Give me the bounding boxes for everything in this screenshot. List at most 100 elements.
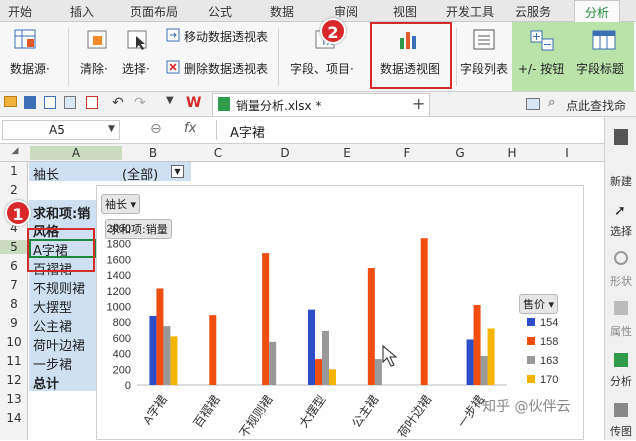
tab-home[interactable]: 开始 xyxy=(8,3,32,20)
row-label[interactable]: 大摆型 xyxy=(33,297,72,316)
panel-select-button[interactable]: 选择 xyxy=(605,223,636,239)
bar-154 xyxy=(466,339,474,385)
select-all-icon[interactable]: ◢ xyxy=(2,146,28,156)
tab-page-layout[interactable]: 页面布局 xyxy=(130,3,178,20)
column-header-g[interactable]: G xyxy=(438,146,482,160)
print-icon[interactable] xyxy=(64,96,76,109)
column-header-c[interactable]: C xyxy=(184,146,252,160)
add-tab-icon[interactable]: + xyxy=(412,94,425,113)
formula-input[interactable]: A字裙 xyxy=(230,122,265,141)
field-item-button[interactable]: 字段、项目· xyxy=(290,60,354,77)
tab-cloud[interactable]: 云服务 xyxy=(515,3,551,20)
panel-analyze-button[interactable]: 分析 xyxy=(605,373,636,389)
zoom-icon[interactable]: ⊖ xyxy=(150,121,162,137)
panel-upload-button[interactable]: 传图 xyxy=(605,423,636,439)
row-label[interactable]: 荷叶边裙 xyxy=(33,335,85,354)
panel-shape-button[interactable]: 形状 xyxy=(605,273,636,289)
x-tick-label: 荷叶边裙 xyxy=(395,393,434,440)
row-header[interactable]: 13 xyxy=(0,392,28,406)
field-title-button[interactable]: 字段标题 xyxy=(576,60,624,77)
row-header[interactable]: 11 xyxy=(0,354,28,368)
toolbar-grid-icon[interactable] xyxy=(526,98,540,110)
formula-bar: A5 ▼ ⊖ fx A字裙 xyxy=(0,117,636,144)
undo-icon[interactable]: ↶ xyxy=(112,95,124,111)
row-header[interactable]: 5 xyxy=(0,240,28,254)
grand-total-label[interactable]: 总计 xyxy=(33,373,59,392)
values-field-header[interactable]: 求和项:销 xyxy=(33,203,90,222)
plus-minus-button[interactable]: +/- 按钮 xyxy=(518,60,564,77)
clear-button[interactable]: 清除· xyxy=(80,60,108,77)
y-tick-label: 800 xyxy=(113,317,131,329)
pivot-chart-highlight xyxy=(370,22,452,89)
mouse-cursor-icon xyxy=(382,344,398,367)
bar-158 xyxy=(315,359,322,385)
tab-review[interactable]: 审阅 xyxy=(334,3,358,20)
save-icon[interactable] xyxy=(24,96,36,109)
select-button[interactable]: 选择· xyxy=(122,60,150,77)
column-header-d[interactable]: D xyxy=(252,146,318,160)
row-header[interactable]: 1 xyxy=(0,164,28,178)
y-tick-label: 1200 xyxy=(107,286,131,298)
row-label[interactable]: 不规则裙 xyxy=(33,278,85,297)
y-tick-label: 600 xyxy=(113,333,131,345)
chevron-down-icon[interactable]: ▼ xyxy=(108,124,115,134)
y-tick-label: 1400 xyxy=(107,270,131,282)
delete-pivot-button[interactable]: 删除数据透视表 xyxy=(184,60,268,77)
tab-view[interactable]: 视图 xyxy=(393,3,417,20)
open-folder-icon[interactable] xyxy=(4,96,17,107)
column-header-e[interactable]: E xyxy=(318,146,376,160)
move-pivot-button[interactable]: 移动数据透视表 xyxy=(184,28,268,45)
delete-pivot-icon xyxy=(166,60,180,74)
tab-analyze[interactable]: 分析 xyxy=(574,0,621,22)
tab-insert[interactable]: 插入 xyxy=(70,3,94,20)
ribbon-tabs: 开始 插入 页面布局 公式 数据 审阅 视图 开发工具 云服务 分析 xyxy=(0,0,636,22)
pivot-chart[interactable]: 袖长 ▾ 求和项:销量 售价 ▾ 0 200 400 600 800 1000 1200 14… xyxy=(96,185,584,440)
redo-icon[interactable]: ↷ xyxy=(134,95,146,111)
row-header[interactable]: 14 xyxy=(0,411,28,425)
column-header-h[interactable]: H xyxy=(482,146,542,160)
row-header[interactable]: 10 xyxy=(0,335,28,349)
row-header[interactable]: 12 xyxy=(0,373,28,387)
tab-data[interactable]: 数据 xyxy=(270,3,294,20)
cell-highlight xyxy=(27,228,95,272)
y-tick-label: 2000 xyxy=(107,223,131,235)
export-pdf-icon[interactable] xyxy=(86,96,98,109)
name-box[interactable]: A5 ▼ xyxy=(2,120,120,140)
customize-dropdown-icon[interactable]: ▼ xyxy=(166,95,174,106)
bar-158 xyxy=(262,253,270,385)
bar-154 xyxy=(308,309,315,385)
bar-154 xyxy=(149,315,157,385)
row-label[interactable]: 公主裙 xyxy=(33,316,72,335)
tab-formulas[interactable]: 公式 xyxy=(208,3,232,20)
filter-field-value[interactable]: (全部) xyxy=(122,164,158,183)
row-header[interactable]: 6 xyxy=(0,259,28,273)
function-icon[interactable]: fx xyxy=(184,121,196,136)
row-header[interactable]: 7 xyxy=(0,278,28,292)
column-header-a[interactable]: A xyxy=(30,146,122,160)
x-tick-label: A字裙 xyxy=(139,392,170,427)
datasource-button[interactable]: 数据源· xyxy=(10,60,50,77)
watermark: 知乎 @伙伴云 xyxy=(482,399,571,415)
filter-dropdown-icon[interactable]: ▼ xyxy=(171,165,184,178)
column-header-f[interactable]: F xyxy=(376,146,438,160)
panel-new-button[interactable]: 新建 xyxy=(605,173,636,189)
print-preview-icon[interactable] xyxy=(44,96,56,109)
search-icon[interactable]: ⌕ xyxy=(548,95,555,110)
row-header[interactable]: 8 xyxy=(0,297,28,311)
legend-entry: 154 xyxy=(540,317,558,329)
bar-158 xyxy=(209,315,217,385)
field-list-icon xyxy=(473,29,495,50)
tab-developer[interactable]: 开发工具 xyxy=(446,3,494,20)
legend-swatch xyxy=(527,356,535,364)
x-tick-label: 不规则裙 xyxy=(236,392,276,440)
field-list-button[interactable]: 字段列表 xyxy=(460,60,508,77)
filter-field-label[interactable]: 袖长 xyxy=(33,164,59,183)
x-tick-label: 公主裙 xyxy=(349,393,381,431)
row-header[interactable]: 2 xyxy=(0,183,28,197)
row-header[interactable]: 9 xyxy=(0,316,28,330)
row-label[interactable]: 一步裙 xyxy=(33,354,72,373)
column-header-i[interactable]: I xyxy=(542,146,592,160)
panel-properties-button[interactable]: 属性 xyxy=(605,323,636,339)
field-title-icon xyxy=(592,30,616,50)
column-header-b[interactable]: B xyxy=(122,146,184,160)
